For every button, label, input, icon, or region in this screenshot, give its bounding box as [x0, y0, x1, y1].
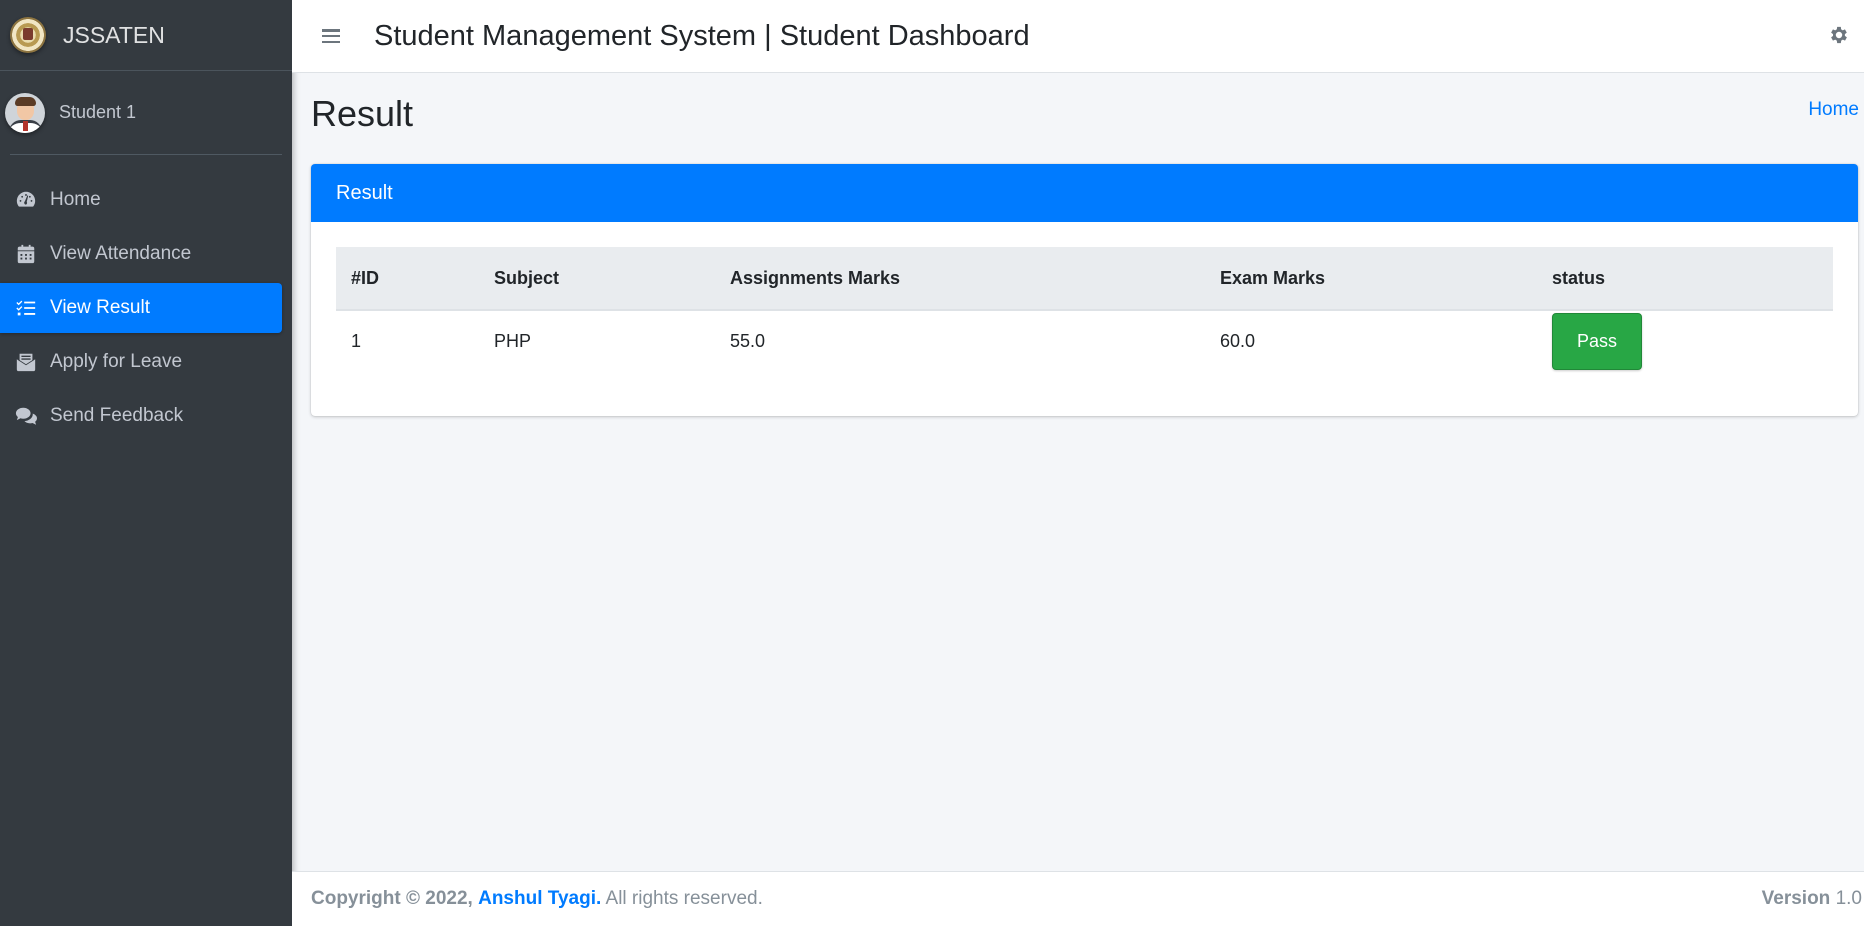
menu-toggle-icon[interactable]	[322, 26, 344, 46]
result-table-wrapper: #ID Subject Assignments Marks Exam Marks…	[311, 222, 1858, 396]
sidebar-item-send-feedback[interactable]: Send Feedback	[0, 391, 282, 441]
column-header-exam-marks: Exam Marks	[1220, 267, 1326, 288]
brand-link[interactable]: JSSATEN	[0, 0, 292, 71]
tasks-icon	[14, 296, 38, 320]
sidebar-item-label: View Attendance	[50, 243, 192, 264]
tachometer-icon	[14, 188, 38, 212]
version-label: Version	[1761, 888, 1831, 909]
sidebar-item-apply-for-leave[interactable]: Apply for Leave	[0, 337, 282, 387]
sidebar-item-home[interactable]: Home	[0, 175, 282, 225]
column-header-assignments-marks: Assignments Marks	[730, 267, 901, 288]
comments-icon	[14, 404, 38, 428]
sidebar-item-label: Home	[50, 189, 101, 210]
copyright-text: Copyright © 2022,	[311, 888, 473, 909]
sidebar-item-view-result[interactable]: View Result	[0, 283, 282, 333]
sidebar-nav: Home View Attendance View Result Apply f…	[0, 175, 292, 441]
envelope-open-icon	[14, 350, 38, 374]
breadcrumb-home-link[interactable]: Home	[1808, 99, 1859, 121]
result-card: Result #ID Subject Assignments Marks Exa…	[311, 164, 1858, 416]
top-navbar: Student Management System | Student Dash…	[292, 0, 1864, 73]
sidebar-item-label: Apply for Leave	[50, 351, 183, 372]
header-title: Student Management System | Student Dash…	[374, 19, 1030, 52]
cell-id: 1	[351, 330, 362, 351]
brand-name: JSSATEN	[63, 21, 165, 48]
footer: Copyright © 2022, Anshul Tyagi. All righ…	[292, 871, 1864, 926]
sidebar: JSSATEN Student 1 Home View Attendance V…	[0, 0, 292, 926]
table-row: 1 PHP 55.0 60.0 Pass	[336, 310, 1833, 371]
footer-copyright: Copyright © 2022, Anshul Tyagi. All righ…	[311, 888, 763, 910]
college-logo	[10, 17, 46, 53]
cell-assignments-marks: 55.0	[730, 330, 766, 351]
cell-subject: PHP	[494, 330, 532, 351]
table-header-row: #ID Subject Assignments Marks Exam Marks…	[336, 247, 1833, 310]
card-title: Result	[311, 164, 1858, 222]
version-value: 1.0	[1835, 888, 1862, 909]
footer-version: Version 1.0	[1762, 888, 1862, 910]
status-pass-button[interactable]: Pass	[1552, 312, 1642, 370]
author-link[interactable]: Anshul Tyagi.	[478, 888, 601, 909]
sidebar-item-label: View Result	[50, 297, 150, 318]
sidebar-item-label: Send Feedback	[50, 405, 184, 426]
column-header-status: status	[1552, 267, 1606, 288]
gear-icon[interactable]	[1828, 24, 1850, 46]
user-name[interactable]: Student 1	[59, 102, 136, 123]
calendar-icon	[14, 242, 38, 266]
column-header-id: #ID	[351, 267, 380, 288]
rights-text: All rights reserved.	[605, 888, 763, 909]
result-table: #ID Subject Assignments Marks Exam Marks…	[336, 247, 1833, 371]
user-panel: Student 1	[5, 71, 282, 155]
cell-status: Pass	[1537, 310, 1833, 371]
column-header-subject: Subject	[494, 267, 560, 288]
user-avatar	[5, 92, 45, 133]
sidebar-item-view-attendance[interactable]: View Attendance	[0, 229, 282, 279]
cell-exam-marks: 60.0	[1220, 330, 1256, 351]
page-title: Result	[311, 93, 414, 134]
